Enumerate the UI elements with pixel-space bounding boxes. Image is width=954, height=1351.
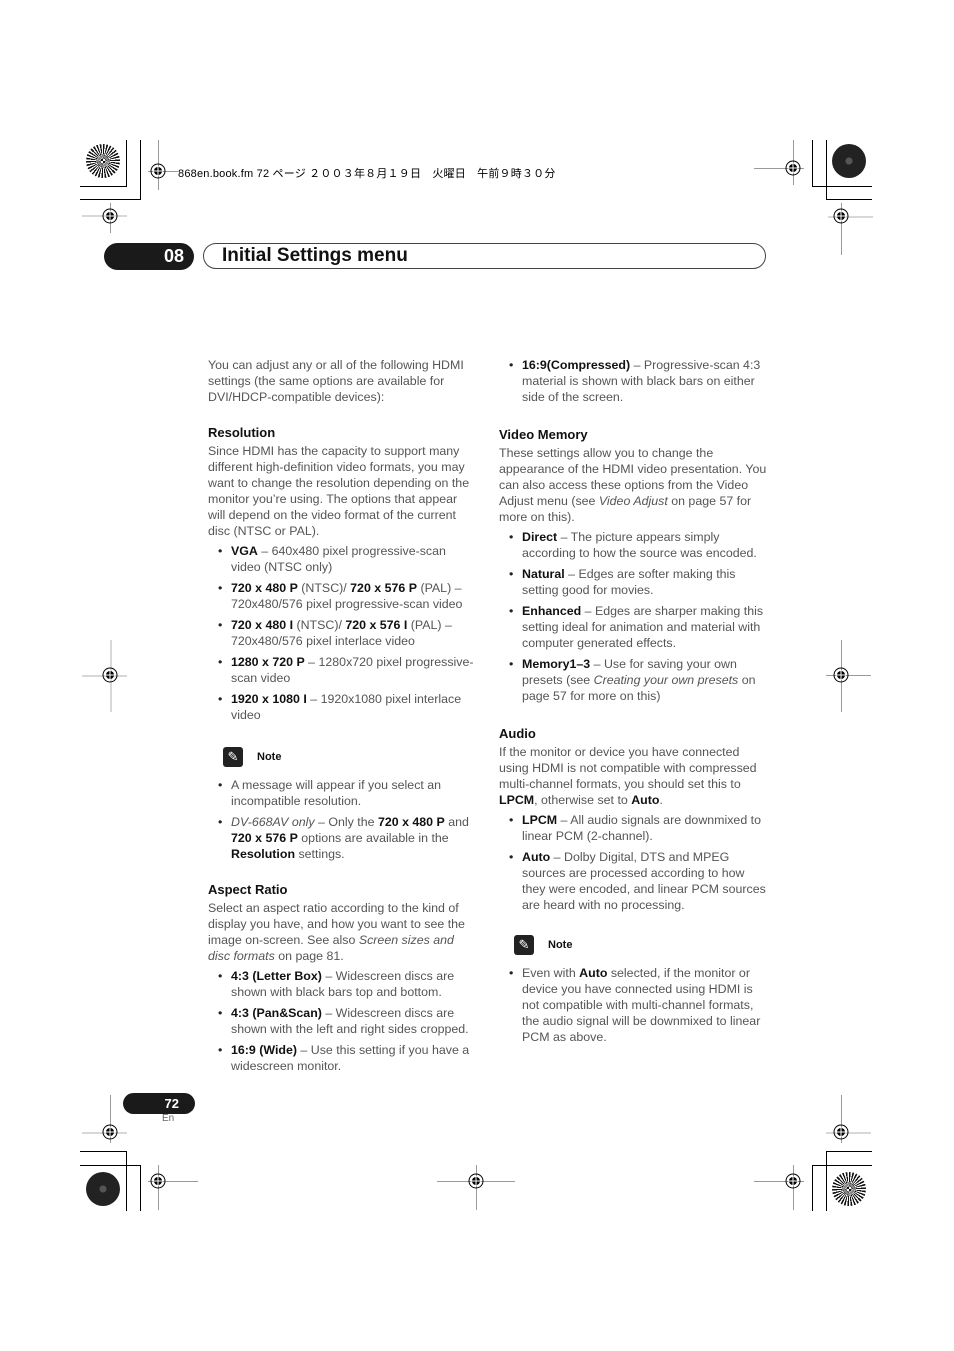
section-heading-audio: Audio xyxy=(499,726,536,741)
resolution-options-list: • VGA – 640x480 pixel progressive-scan vi… xyxy=(208,543,476,723)
note-box: ✎ Note • Even with Auto selected, if the … xyxy=(499,933,769,1045)
registration-target-icon xyxy=(833,667,849,683)
chapter-number-badge: 08 xyxy=(104,243,194,270)
section-heading-resolution: Resolution xyxy=(208,425,276,440)
list-item: • Direct – The picture appears simply acc… xyxy=(509,530,757,560)
registration-target-icon xyxy=(102,1124,118,1140)
intro-paragraph: You can adjust any or all of the followi… xyxy=(208,358,464,404)
list-item: • Natural – Edges are softer making this … xyxy=(509,567,736,597)
list-item: • 720 x 480 P (NTSC)/ 720 x 576 P (PAL) –… xyxy=(218,581,463,611)
pencil-note-icon: ✎ xyxy=(223,747,243,767)
note-label: Note xyxy=(257,751,282,763)
list-item: • Auto – Dolby Digital, DTS and MPEG sour… xyxy=(509,850,766,912)
registration-target-icon xyxy=(102,667,118,683)
registration-target-icon xyxy=(785,160,801,176)
list-item: • Even with Auto selected, if the monitor… xyxy=(509,966,761,1044)
left-column: You can adjust any or all of the followi… xyxy=(208,357,476,1079)
sunburst-registration-icon xyxy=(832,1172,866,1206)
list-item: • VGA – 640x480 pixel progressive-scan vi… xyxy=(218,544,446,574)
section-heading-aspect-ratio: Aspect Ratio xyxy=(208,882,288,897)
note-box: ✎ Note • A message will appear if you sel… xyxy=(208,745,476,862)
note-label: Note xyxy=(548,939,573,951)
sunburst-registration-icon xyxy=(832,144,866,178)
registration-target-icon xyxy=(150,1173,166,1189)
list-item: • 16:9 (Wide) – Use this setting if you h… xyxy=(218,1043,470,1073)
registration-target-icon xyxy=(102,208,118,224)
list-item: • 1920 x 1080 I – 1920x1080 pixel interla… xyxy=(218,692,462,722)
audio-body: If the monitor or device you have connec… xyxy=(499,745,757,807)
section-heading-video-memory: Video Memory xyxy=(499,427,588,442)
pencil-note-icon: ✎ xyxy=(514,935,534,955)
video-memory-options-list: • Direct – The picture appears simply acc… xyxy=(499,529,769,704)
list-item: • Memory1–3 – Use for saving your own pre… xyxy=(509,657,756,703)
file-info-header: 868en.book.fm 72 ページ ２００３年８月１９日 火曜日 午前９時… xyxy=(178,168,556,180)
list-item: • 4:3 (Pan&Scan) – Widescreen discs are s… xyxy=(218,1006,469,1036)
sunburst-registration-icon xyxy=(86,1172,120,1206)
page-language-label: En xyxy=(162,1113,175,1124)
right-column: • 16:9(Compressed) – Progressive-scan 4:3… xyxy=(499,357,769,1050)
list-item: • 1280 x 720 P – 1280x720 pixel progressi… xyxy=(218,655,474,685)
list-item: • LPCM – All audio signals are downmixed … xyxy=(509,813,761,843)
note-list: • Even with Auto selected, if the monitor… xyxy=(499,965,769,1045)
list-item: • 16:9(Compressed) – Progressive-scan 4:3… xyxy=(509,358,761,404)
list-item: • Enhanced – Edges are sharper making thi… xyxy=(509,604,764,650)
sunburst-registration-icon xyxy=(86,144,120,178)
registration-target-icon xyxy=(785,1173,801,1189)
registration-target-icon xyxy=(468,1173,484,1189)
video-memory-body: These settings allow you to change the a… xyxy=(499,446,767,524)
aspect-ratio-options-list: • 4:3 (Letter Box) – Widescreen discs are… xyxy=(208,968,476,1074)
list-item: • A message will appear if you select an … xyxy=(218,778,442,808)
registration-target-icon xyxy=(150,163,166,179)
list-item: • DV-668AV only – Only the 720 x 480 P an… xyxy=(218,815,469,861)
audio-options-list: • LPCM – All audio signals are downmixed … xyxy=(499,812,769,913)
aspect-ratio-body: Select an aspect ratio according to the … xyxy=(208,901,465,963)
aspect-ratio-options-continued: • 16:9(Compressed) – Progressive-scan 4:3… xyxy=(499,357,769,405)
list-item: • 4:3 (Letter Box) – Widescreen discs are… xyxy=(218,969,455,999)
resolution-body: Since HDMI has the capacity to support m… xyxy=(208,444,470,538)
chapter-title: Initial Settings menu xyxy=(222,245,408,266)
page-number-badge: 72 xyxy=(123,1093,195,1114)
note-list: • A message will appear if you select an … xyxy=(208,777,476,862)
registration-target-icon xyxy=(833,1124,849,1140)
registration-target-icon xyxy=(833,208,849,224)
list-item: • 720 x 480 I (NTSC)/ 720 x 576 I (PAL) –… xyxy=(218,618,452,648)
